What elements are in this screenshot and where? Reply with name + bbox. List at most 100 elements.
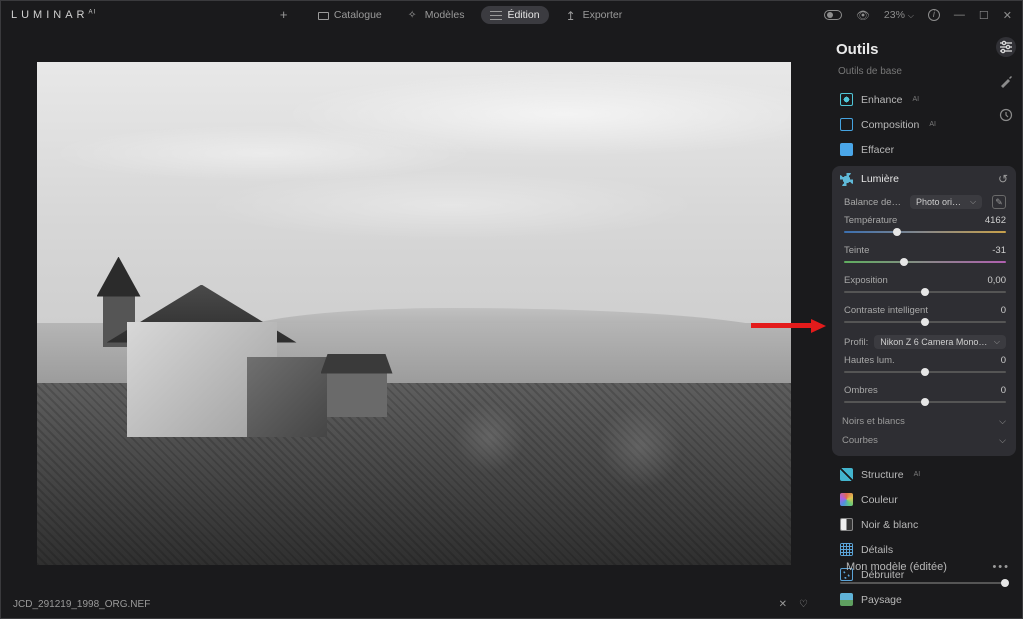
topbar: LUMINARAI Catalogue Modèles Édition Expo… [1, 1, 1022, 29]
exposure-label: Exposition [844, 275, 888, 286]
panel-tab-history[interactable] [996, 105, 1016, 125]
profile-label: Profil: [844, 337, 868, 348]
nav-catalogue-label: Catalogue [334, 9, 382, 21]
tool-composition-label: Composition [861, 119, 919, 131]
smart-contrast-label: Contraste intelligent [844, 305, 928, 316]
crop-icon [840, 118, 853, 131]
subsection-bw[interactable]: Noirs et blancs ⌵ [832, 412, 1016, 431]
exposure-slider[interactable] [844, 288, 1006, 296]
tint-label: Teinte [844, 245, 869, 256]
ai-tag: AI [929, 121, 936, 128]
exposure-value: 0,00 [988, 275, 1007, 286]
add-button[interactable] [271, 6, 301, 24]
highlights-value: 0 [1001, 355, 1006, 366]
subsection-bw-label: Noirs et blancs [842, 416, 905, 427]
window-minimize[interactable]: — [954, 9, 965, 22]
tool-landscape-label: Paysage [861, 594, 902, 606]
nav-edit[interactable]: Édition [481, 6, 548, 24]
nav-edit-label: Édition [507, 9, 539, 21]
panel-title: Outils [836, 41, 1016, 58]
shadows-value: 0 [1001, 385, 1006, 396]
ai-tag: AI [912, 96, 919, 103]
tool-bw[interactable]: Noir & blanc [832, 512, 1016, 537]
plus-icon [280, 9, 292, 21]
tool-erase-label: Effacer [861, 144, 894, 156]
canvas-area[interactable] [1, 29, 826, 591]
preset-more-button[interactable]: ••• [992, 561, 1010, 573]
tool-enhance[interactable]: Enhance AI [832, 87, 1016, 112]
profile-value: Nikon Z 6 Camera Monoc… [880, 337, 990, 347]
tool-structure[interactable]: Structure AI [832, 462, 1016, 487]
sliders-icon [490, 9, 502, 21]
compare-toggle[interactable] [824, 10, 842, 20]
highlights-slider[interactable] [844, 368, 1006, 376]
history-icon [999, 108, 1013, 122]
info-button[interactable] [928, 9, 940, 21]
view-controls: 23% ⌵ [824, 9, 940, 22]
preset-amount-slider[interactable] [840, 579, 1008, 587]
nav-models[interactable]: Modèles [399, 6, 474, 24]
window-maximize[interactable]: ☐ [979, 9, 989, 22]
color-icon [840, 493, 853, 506]
brush-icon [999, 74, 1013, 88]
tool-erase[interactable]: Effacer [832, 137, 1016, 162]
panel-tab-tools[interactable] [996, 37, 1016, 57]
temperature-label: Température [844, 215, 897, 226]
erase-icon [840, 143, 853, 156]
wb-picker[interactable]: ✎ [992, 195, 1006, 209]
subsection-curves-label: Courbes [842, 435, 878, 446]
tool-composition[interactable]: Composition AI [832, 112, 1016, 137]
nav-catalogue[interactable]: Catalogue [309, 6, 391, 24]
enhance-icon [840, 93, 853, 106]
nav-models-label: Modèles [425, 9, 465, 21]
tools-panel: Outils Outils de base Enhance [826, 29, 1022, 591]
nav-export-label: Exporter [583, 9, 623, 21]
wb-label: Balance des bl… [844, 197, 904, 208]
brand-logo: LUMINARAI [11, 9, 96, 21]
tool-color[interactable]: Couleur [832, 487, 1016, 512]
chevron-down-icon: ⌵ [994, 337, 1000, 347]
temperature-value: 4162 [985, 215, 1006, 226]
preview-toggle[interactable] [856, 9, 870, 22]
tool-light[interactable]: Lumière ↺ [832, 166, 1016, 192]
sun-icon [840, 173, 853, 186]
wand-icon [408, 9, 420, 21]
highlights-label: Hautes lum. [844, 355, 895, 366]
wb-dropdown[interactable]: Photo origi… ⌵ [910, 195, 982, 209]
tool-details-label: Détails [861, 544, 893, 556]
tool-light-card: Lumière ↺ Balance des bl… Photo origi… ⌵… [832, 166, 1016, 456]
reset-button[interactable]: ↺ [998, 172, 1008, 186]
shadows-slider[interactable] [844, 398, 1006, 406]
export-icon [566, 9, 578, 21]
profile-dropdown[interactable]: Nikon Z 6 Camera Monoc… ⌵ [874, 335, 1006, 349]
window-close[interactable]: ✕ [1003, 9, 1012, 22]
tool-landscape[interactable]: Paysage [832, 587, 1016, 612]
reject-button[interactable]: ✕ [779, 599, 787, 610]
structure-icon [840, 468, 853, 481]
smart-contrast-slider[interactable] [844, 318, 1006, 326]
panel-tab-mask[interactable] [996, 71, 1016, 91]
photo-preview [37, 62, 791, 565]
preset-label: Mon modèle (éditée) [846, 561, 947, 573]
details-icon [840, 543, 853, 556]
folder-icon [318, 12, 329, 20]
favorite-button[interactable]: ♡ [799, 599, 808, 610]
nav-export[interactable]: Exporter [557, 6, 632, 24]
wb-value: Photo origi… [916, 197, 966, 207]
tool-color-label: Couleur [861, 494, 898, 506]
annotation-arrow [751, 319, 826, 333]
tool-enhance-label: Enhance [861, 94, 902, 106]
temperature-slider[interactable] [844, 228, 1006, 236]
window-controls: — ☐ ✕ [954, 9, 1012, 22]
ai-tag: AI [914, 471, 921, 478]
chevron-down-icon: ⌵ [999, 435, 1006, 446]
zoom-dropdown[interactable]: 23% ⌵ [884, 9, 914, 21]
tint-value: -31 [992, 245, 1006, 256]
landscape-icon [840, 593, 853, 606]
nav-group: Catalogue Modèles Édition Exporter [271, 6, 631, 24]
footer: JCD_291219_1998_ORG.NEF ✕ ♡ [1, 590, 826, 618]
tint-slider[interactable] [844, 258, 1006, 266]
tool-structure-label: Structure [861, 469, 904, 481]
subsection-curves[interactable]: Courbes ⌵ [832, 431, 1016, 450]
panel-subtitle: Outils de base [838, 66, 1016, 77]
